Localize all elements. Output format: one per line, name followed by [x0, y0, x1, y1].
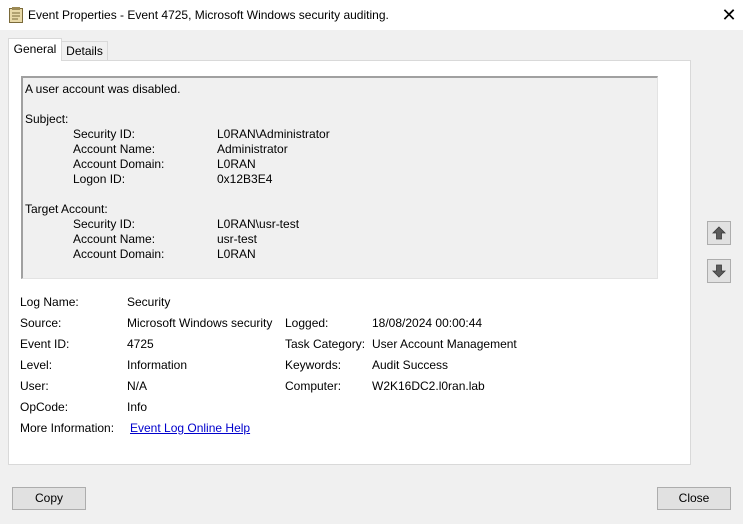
target-account-heading: Target Account:: [25, 202, 108, 216]
user-label: User:: [20, 379, 49, 393]
task-category-value: User Account Management: [372, 337, 517, 351]
user-value: N/A: [127, 379, 148, 393]
subject-logon-id-value: 0x12B3E4: [217, 172, 273, 186]
event-description-box[interactable]: A user account was disabled. Subject: Se…: [21, 76, 658, 279]
copy-button[interactable]: Copy: [12, 487, 86, 510]
arrow-down-icon: [712, 264, 726, 278]
more-information-label: More Information:: [20, 421, 115, 435]
next-event-button[interactable]: [707, 259, 731, 283]
close-window-icon[interactable]: ✕: [718, 5, 740, 25]
subject-security-id-value: L0RAN\Administrator: [217, 127, 330, 141]
title-bar: Event Properties - Event 4725, Microsoft…: [0, 0, 743, 30]
subject-security-id-label: Security ID:: [73, 127, 136, 141]
target-account-domain-value: L0RAN: [217, 247, 256, 261]
target-security-id-label: Security ID:: [73, 217, 136, 231]
event-id-label: Event ID:: [20, 337, 70, 351]
tab-general[interactable]: General: [8, 38, 62, 61]
computer-label: Computer:: [285, 379, 342, 393]
opcode-value: Info: [127, 400, 148, 414]
description-headline: A user account was disabled.: [25, 82, 181, 96]
event-id-value: 4725: [127, 337, 154, 351]
level-label: Level:: [20, 358, 53, 372]
opcode-label: OpCode:: [20, 400, 69, 414]
source-label: Source:: [20, 316, 62, 330]
keywords-value: Audit Success: [372, 358, 449, 372]
event-viewer-icon: [9, 7, 23, 23]
log-name-value: Security: [127, 295, 171, 309]
subject-account-name-value: Administrator: [217, 142, 288, 156]
window-title: Event Properties - Event 4725, Microsoft…: [28, 8, 389, 22]
event-log-online-help-link[interactable]: Event Log Online Help: [130, 421, 250, 435]
target-account-name-label: Account Name:: [73, 232, 156, 246]
keywords-label: Keywords:: [285, 358, 342, 372]
target-security-id-value: L0RAN\usr-test: [217, 217, 300, 231]
task-category-label: Task Category:: [285, 337, 366, 351]
subject-account-domain-value: L0RAN: [217, 157, 256, 171]
tab-details[interactable]: Details: [61, 41, 108, 60]
arrow-up-icon: [712, 226, 726, 240]
logged-value: 18/08/2024 00:00:44: [372, 316, 483, 330]
previous-event-button[interactable]: [707, 221, 731, 245]
subject-account-name-label: Account Name:: [73, 142, 156, 156]
subject-account-domain-label: Account Domain:: [73, 157, 165, 171]
source-value: Microsoft Windows security: [127, 316, 273, 330]
close-button[interactable]: Close: [657, 487, 731, 510]
target-account-domain-label: Account Domain:: [73, 247, 165, 261]
level-value: Information: [127, 358, 188, 372]
computer-value: W2K16DC2.l0ran.lab: [372, 379, 485, 393]
subject-logon-id-label: Logon ID:: [73, 172, 126, 186]
logged-label: Logged:: [285, 316, 329, 330]
log-name-label: Log Name:: [20, 295, 79, 309]
subject-heading: Subject:: [25, 112, 69, 126]
target-account-name-value: usr-test: [217, 232, 258, 246]
